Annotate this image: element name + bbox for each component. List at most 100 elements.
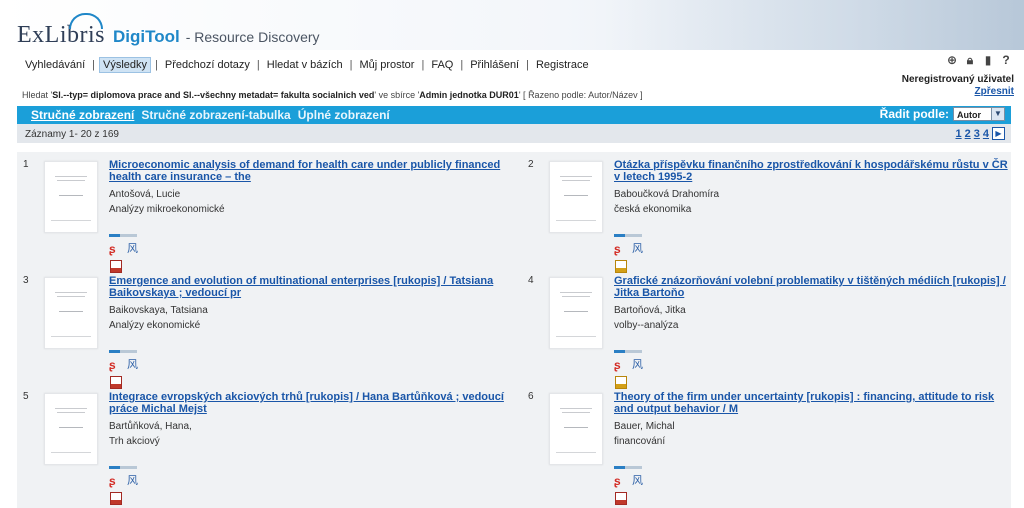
- thumbnail-line: [55, 176, 87, 177]
- record-number: 3: [23, 275, 29, 286]
- record-thumbnail[interactable]: [44, 161, 98, 233]
- add-to-basket-icon[interactable]: ⻛: [632, 359, 644, 371]
- tab-brief-table-view[interactable]: Stručné zobrazení-tabulka: [141, 108, 290, 122]
- thumbnail-line: [562, 180, 590, 181]
- results-grid: 1 Microeconomic analysis of demand for he…: [17, 152, 1011, 508]
- record-thumbnail[interactable]: [44, 393, 98, 465]
- record-number: 2: [528, 159, 534, 170]
- thumbnail-line: [560, 176, 592, 177]
- sfx-link-icon[interactable]: ʂ: [109, 475, 121, 487]
- record-status-bar: [109, 350, 137, 353]
- tab-full-view[interactable]: Úplné zobrazení: [298, 108, 390, 122]
- page-link-3[interactable]: 3: [974, 128, 980, 140]
- thumbnail-line: [560, 292, 592, 293]
- thumbnail-line: [556, 336, 596, 337]
- sfx-link-icon[interactable]: ʂ: [614, 359, 626, 371]
- next-page-icon[interactable]: ▶: [992, 127, 1005, 140]
- record-subject: Trh akciový: [109, 436, 160, 447]
- record-number: 5: [23, 391, 29, 402]
- main-navigation: Vyhledávání | Výsledky | Předchozí dotazy | Hl…: [22, 57, 592, 73]
- record-author: Bartůňková, Hana,: [109, 421, 192, 432]
- exlibris-digitool-logo[interactable]: ExLibris DigiTool - Resource Discovery: [17, 13, 320, 48]
- record-title-link[interactable]: Otázka příspěvku finančního zprostředkov…: [614, 159, 1010, 183]
- pagination: 1 2 3 4 ▶: [956, 127, 1005, 140]
- record-author: Baikovskaya, Tatsiana: [109, 305, 208, 316]
- record-thumbnail[interactable]: [549, 277, 603, 349]
- sort-label: Řadit podle:: [879, 107, 949, 121]
- record-title-link[interactable]: Integrace evropských akciových trhů [ruk…: [109, 391, 505, 415]
- nav-separator: |: [155, 59, 158, 71]
- result-record: 6 Theory of the firm under uncertainty [r…: [522, 384, 1019, 505]
- record-subject: Analýzy mikroekonomické: [109, 204, 225, 215]
- result-record: 2 Otázka příspěvku finančního zprostředko…: [522, 152, 1019, 273]
- help-icon[interactable]: ?: [1000, 54, 1012, 66]
- nav-separator: |: [92, 59, 95, 71]
- record-status-bar: [109, 234, 137, 237]
- nav-item-7[interactable]: Přihlášení: [467, 58, 522, 72]
- chevron-down-icon[interactable]: ▼: [991, 108, 1004, 120]
- nav-separator: |: [460, 59, 464, 71]
- logout-icon[interactable]: ▮: [982, 54, 994, 66]
- query-collection: Admin jednotka DUR01: [419, 90, 519, 100]
- record-number: 1: [23, 159, 29, 170]
- record-title-link[interactable]: Grafické znázorňování volební problemati…: [614, 275, 1010, 299]
- logo-arc: [69, 13, 103, 29]
- thumbnail-line: [564, 427, 588, 428]
- nav-item-5[interactable]: Můj prostor: [356, 58, 417, 72]
- tab-brief-view[interactable]: Stručné zobrazení: [31, 108, 134, 122]
- add-to-basket-icon[interactable]: ⻛: [127, 475, 139, 487]
- record-status-bar: [614, 466, 642, 469]
- nav-item-2[interactable]: Výsledky: [99, 57, 152, 73]
- result-record: 4 Grafické znázorňování volební problemat…: [522, 268, 1019, 389]
- nav-item-8[interactable]: Registrace: [533, 58, 592, 72]
- toolbar-icons: ⊕ 🔒︎ ▮ ?: [946, 54, 1012, 66]
- page-link-2[interactable]: 2: [965, 128, 971, 140]
- add-to-basket-icon[interactable]: ⻛: [127, 243, 139, 255]
- logo-digitool-text: DigiTool: [113, 27, 180, 46]
- nav-item-6[interactable]: FAQ: [428, 58, 456, 72]
- record-author: Antošová, Lucie: [109, 189, 181, 200]
- record-thumbnail[interactable]: [549, 393, 603, 465]
- thumbnail-line: [57, 412, 85, 413]
- nav-item-4[interactable]: Hledat v bázích: [264, 58, 346, 72]
- pdf-file-icon[interactable]: [110, 492, 122, 505]
- thumbnail-line: [57, 180, 85, 181]
- thumbnail-line: [55, 292, 87, 293]
- add-to-basket-icon[interactable]: ⻛: [127, 359, 139, 371]
- record-subject: Analýzy ekonomické: [109, 320, 201, 331]
- nav-separator: |: [256, 59, 260, 71]
- record-title-link[interactable]: Theory of the firm under uncertainty [ru…: [614, 391, 1010, 415]
- record-author: Baboučková Drahomíra: [614, 189, 720, 200]
- pdf-file-icon[interactable]: [615, 492, 627, 505]
- record-subject: volby--analýza: [614, 320, 679, 331]
- thumbnail-line: [562, 296, 590, 297]
- record-thumbnail[interactable]: [44, 277, 98, 349]
- sfx-link-icon[interactable]: ʂ: [614, 243, 626, 255]
- view-toolbar: Stručné zobrazení Stručné zobrazení-tabu…: [17, 106, 1011, 124]
- thumbnail-line: [564, 195, 588, 196]
- add-to-basket-icon[interactable]: ⻛: [632, 243, 644, 255]
- nav-item-3[interactable]: Předchozí dotazy: [162, 58, 253, 72]
- record-title-link[interactable]: Emergence and evolution of multinational…: [109, 275, 505, 299]
- nav-separator: |: [349, 59, 353, 71]
- page-link-1[interactable]: 1: [956, 128, 962, 140]
- record-status-bar: [614, 234, 642, 237]
- record-author: Bauer, Michal: [614, 421, 675, 432]
- nav-item-1[interactable]: Vyhledávání: [22, 58, 88, 72]
- thumbnail-line: [556, 452, 596, 453]
- sort-select[interactable]: Autor ▼: [953, 107, 1005, 121]
- add-to-basket-icon[interactable]: ⻛: [632, 475, 644, 487]
- sfx-link-icon[interactable]: ʂ: [109, 359, 121, 371]
- thumbnail-line: [51, 452, 91, 453]
- sfx-link-icon[interactable]: ʂ: [614, 475, 626, 487]
- record-subject: financování: [614, 436, 666, 447]
- refine-search-link[interactable]: Zpřesnit: [975, 86, 1014, 97]
- thumbnail-line: [562, 412, 590, 413]
- record-title-link[interactable]: Microeconomic analysis of demand for hea…: [109, 159, 505, 183]
- page-link-4[interactable]: 4: [983, 128, 989, 140]
- lock-icon[interactable]: 🔒︎: [964, 54, 976, 66]
- sfx-link-icon[interactable]: ʂ: [109, 243, 121, 255]
- globe-icon[interactable]: ⊕: [946, 54, 958, 66]
- record-thumbnail[interactable]: [549, 161, 603, 233]
- logo-subtitle: - Resource Discovery: [185, 29, 320, 45]
